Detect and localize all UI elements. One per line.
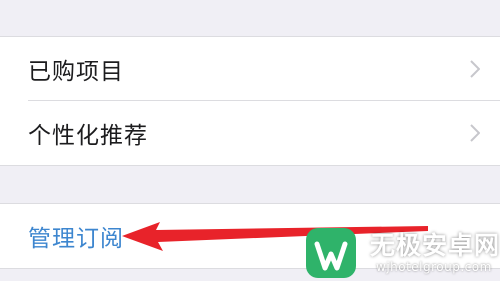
watermark: 无极安卓网 wjhotelgroup.com	[300, 222, 500, 281]
watermark-logo-icon	[306, 228, 356, 278]
watermark-url: wjhotelgroup.com	[376, 260, 492, 274]
watermark-title: 无极安卓网	[370, 231, 500, 260]
